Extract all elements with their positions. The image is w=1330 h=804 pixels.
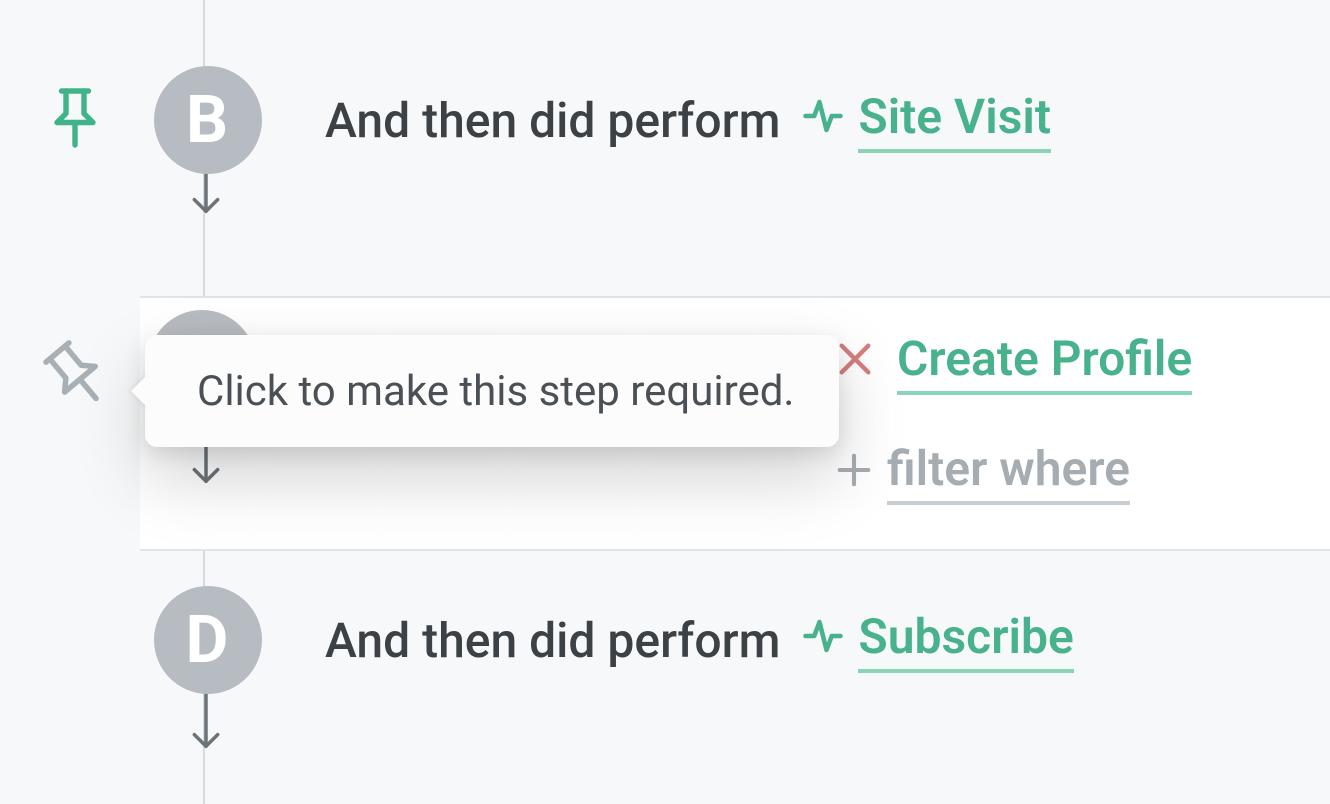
step-prefix-text: And then did perform	[325, 612, 780, 669]
add-filter-link[interactable]: filter where	[887, 440, 1130, 505]
plus-icon[interactable]	[835, 444, 873, 501]
step-badge: D	[154, 586, 262, 694]
activity-icon	[802, 612, 844, 669]
arrow-down-icon	[188, 685, 224, 755]
step-badge: B	[154, 66, 262, 174]
pin-icon[interactable]	[31, 329, 125, 424]
tooltip-text: Click to make this step required.	[197, 367, 795, 416]
activity-icon	[802, 92, 844, 149]
event-link[interactable]: Subscribe	[858, 608, 1073, 673]
funnel-step-d: D And then did perform Subscribe	[0, 555, 1330, 804]
event-link[interactable]: Create Profile	[897, 330, 1192, 395]
pin-icon[interactable]	[48, 86, 102, 154]
pin-tooltip: Click to make this step required.	[145, 335, 839, 447]
funnel-step-b: B And then did perform Site Visit	[0, 35, 1330, 295]
event-link[interactable]: Site Visit	[858, 88, 1051, 153]
remove-icon[interactable]	[835, 334, 875, 391]
step-prefix-text: And then did perform	[325, 92, 780, 149]
